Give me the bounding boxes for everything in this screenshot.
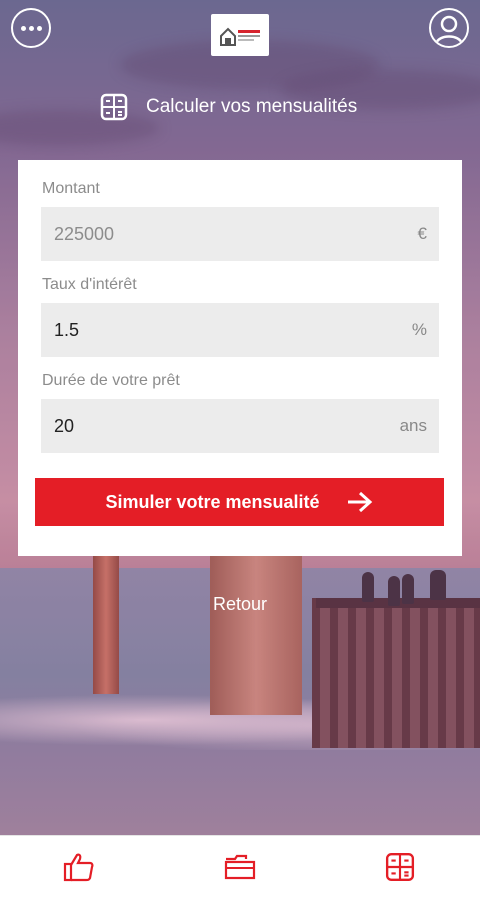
tab-folder[interactable] [223,850,257,884]
bottom-tab-bar [0,835,480,900]
tab-favorites[interactable] [62,850,96,884]
user-profile-icon [434,15,464,45]
rate-label: Taux d'intérêt [42,276,137,293]
profile-button[interactable] [429,8,469,48]
real-estate-logo [216,19,264,51]
calculator-icon [385,852,415,882]
duration-value[interactable]: 20 [54,416,74,437]
simulate-button[interactable]: Simuler votre mensualité [35,478,444,526]
calculator-icon [100,93,128,121]
menu-button[interactable] [11,8,51,48]
rate-value[interactable]: 1.5 [54,320,79,341]
tab-calculator[interactable] [383,850,417,884]
more-dots-icon [20,25,26,31]
folder-icon [224,854,256,880]
duration-field[interactable]: 20 ans [41,399,439,453]
rate-unit: % [411,320,427,339]
thumbs-up-icon [63,853,94,882]
amount-field[interactable]: 225000 € [41,207,439,261]
back-link[interactable]: Retour [0,594,480,615]
duration-label: Durée de votre prêt [42,372,180,389]
amount-unit: € [417,224,427,243]
amount-label: Montant [42,180,100,197]
arrow-right-icon [347,491,372,513]
app-logo [211,14,269,56]
duration-unit: ans [399,416,427,435]
page-title: Calculer vos mensualités [100,91,357,123]
rate-field[interactable]: 1.5 % [41,303,439,357]
amount-value[interactable]: 225000 [54,224,114,245]
simulate-button-label: Simuler votre mensualité [105,491,320,512]
page-title-text: Calculer vos mensualités [146,96,358,117]
